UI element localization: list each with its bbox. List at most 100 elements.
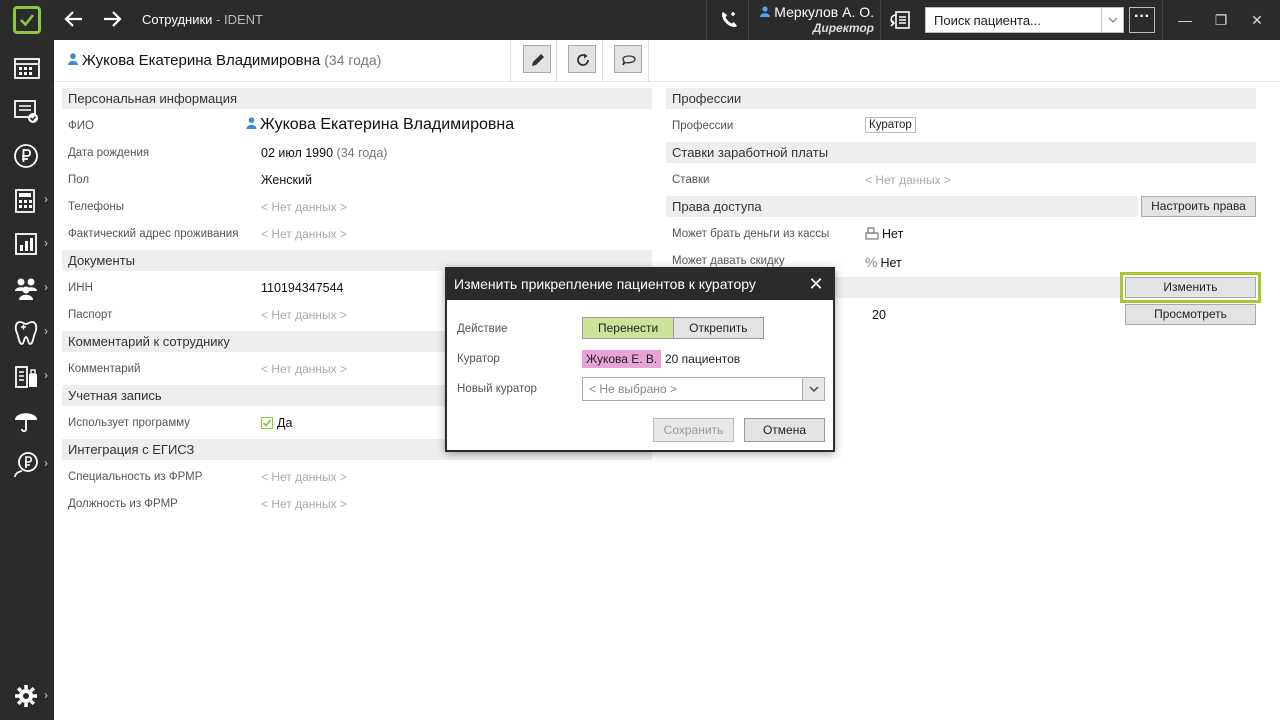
percent-icon: %: [865, 254, 878, 270]
dob-value: 02 июл 1990 (34 года): [261, 146, 387, 160]
discount-text: Нет: [880, 256, 902, 270]
chevron-right-icon: ›: [44, 280, 48, 294]
sidebar-item-reports[interactable]: ›: [0, 222, 54, 266]
umbrella-icon: [15, 413, 37, 433]
history-list-icon[interactable]: [888, 9, 912, 31]
phone-icon[interactable]: [718, 9, 740, 31]
frmr-pos-label: Должность из ФРМР: [68, 498, 178, 510]
restore-button[interactable]: ❐: [1211, 10, 1231, 30]
phones-label: Телефоны: [68, 201, 124, 213]
pencil-icon: [532, 54, 544, 66]
people-icon: [15, 278, 37, 300]
cash-label: Может брать деньги из кассы: [672, 228, 830, 240]
sidebar-item-warehouse[interactable]: ›: [0, 354, 54, 398]
monitor-check-icon: [14, 100, 38, 123]
sidebar-item-dentistry[interactable]: ›: [0, 310, 54, 354]
frmr-spec-label: Специальность из ФРМР: [68, 471, 203, 483]
gear-icon: [15, 685, 37, 707]
chevron-down-icon[interactable]: [802, 378, 824, 400]
user-icon: [68, 52, 78, 65]
section-professions: Профессии: [666, 88, 1256, 109]
page-title: Жукова Екатерина Владимировна (34 года): [68, 52, 381, 69]
new-curator-select[interactable]: < Не выбрано >: [582, 377, 825, 401]
fio-value: Жукова Екатерина Владимировна: [246, 116, 514, 134]
new-curator-placeholder: < Не выбрано >: [589, 382, 677, 396]
close-window-button[interactable]: ✕: [1247, 10, 1267, 30]
section-rates: Ставки заработной платы: [666, 142, 1256, 163]
sidebar-item-schedule[interactable]: [0, 46, 54, 90]
divider: [602, 40, 603, 82]
dob-date: 02 июл 1990: [261, 146, 334, 160]
chevron-right-icon: ›: [44, 368, 48, 382]
comment-value: < Нет данных >: [261, 362, 348, 376]
dob-label: Дата рождения: [68, 147, 150, 159]
employee-age: (34 года): [324, 52, 382, 68]
action-detach-button[interactable]: Открепить: [674, 318, 763, 338]
address-value: < Нет данных >: [261, 227, 348, 241]
address-label: Фактический адрес проживания: [68, 228, 239, 240]
passport-value: < Нет данных >: [261, 308, 348, 322]
sidebar-item-cashbox[interactable]: ›: [0, 178, 54, 222]
back-arrow-icon[interactable]: [62, 8, 86, 32]
cancel-button[interactable]: Отмена: [744, 418, 825, 442]
user-role: Директор: [812, 21, 874, 35]
employee-name: Жукова Екатерина Владимировна: [82, 52, 321, 69]
inn-value: 110194347544: [261, 281, 344, 295]
refresh-icon: [577, 53, 589, 66]
cashbox-icon: [865, 227, 879, 240]
edit-button[interactable]: [523, 45, 551, 73]
view-patients-button[interactable]: Просмотреть: [1125, 304, 1256, 325]
inn-label: ИНН: [68, 282, 93, 294]
chevron-right-icon: ›: [44, 236, 48, 250]
current-user[interactable]: Меркулов А. О. Директор: [752, 4, 874, 35]
curator-tag: Жукова Е. В.: [582, 350, 662, 368]
curator-label: Куратор: [457, 353, 500, 365]
checkbox-checked-icon: [261, 417, 273, 429]
patients-count: 20: [872, 308, 886, 322]
change-curator-button[interactable]: Изменить: [1120, 272, 1261, 303]
patient-search-input[interactable]: Поиск пациента...: [925, 7, 1124, 33]
curator-patient-count: 20 пациентов: [665, 352, 741, 366]
new-curator-label: Новый куратор: [457, 383, 537, 395]
cash-value: Нет: [865, 227, 903, 241]
sex-label: Пол: [68, 174, 90, 186]
action-move-button[interactable]: Перенести: [583, 318, 675, 338]
dialog-title: Изменить прикрепление пациентов к курато…: [447, 269, 833, 300]
configure-rights-button[interactable]: Настроить права: [1141, 196, 1256, 217]
sidebar-item-tasks[interactable]: [0, 90, 54, 134]
user-name: Меркулов А. О.: [774, 4, 874, 20]
frmr-spec-value: < Нет данных >: [261, 470, 348, 484]
rates-label: Ставки: [672, 174, 710, 186]
forward-arrow-icon[interactable]: [100, 8, 124, 32]
more-button[interactable]: ···: [1129, 7, 1155, 33]
action-label: Действие: [457, 323, 508, 335]
window-title: Сотрудники - IDENT: [142, 12, 263, 27]
cash-text: Нет: [882, 227, 904, 241]
minimize-button[interactable]: —: [1175, 10, 1195, 30]
sidebar-item-staff[interactable]: ›: [0, 266, 54, 310]
discount-label: Может давать скидку: [672, 255, 785, 267]
close-icon[interactable]: ✕: [805, 273, 827, 295]
search-placeholder: Поиск пациента...: [934, 13, 1041, 28]
sidebar: › › › › › › ›: [0, 40, 54, 720]
dob-age: (34 года): [336, 146, 388, 160]
sidebar-item-payroll[interactable]: ›: [0, 442, 54, 486]
uses-program-value: Да: [261, 416, 292, 430]
fio-text: Жукова Екатерина Владимировна: [260, 116, 515, 133]
app-logo[interactable]: [13, 6, 41, 34]
phones-value: < Нет данных >: [261, 200, 348, 214]
chevron-down-icon[interactable]: [1101, 8, 1123, 32]
rates-value: < Нет данных >: [865, 173, 952, 187]
save-button[interactable]: Сохранить: [653, 418, 734, 442]
sidebar-item-settings[interactable]: ›: [0, 674, 54, 718]
fio-label: ФИО: [68, 120, 94, 132]
divider: [648, 40, 649, 82]
comment-button[interactable]: [614, 45, 642, 73]
sex-value: Женский: [261, 173, 312, 187]
user-icon: [246, 116, 257, 129]
refresh-button[interactable]: [568, 45, 596, 73]
divider: [748, 0, 749, 40]
calculator-icon: [15, 189, 35, 213]
sidebar-item-insurance[interactable]: [0, 398, 54, 442]
sidebar-item-finance[interactable]: [0, 134, 54, 178]
